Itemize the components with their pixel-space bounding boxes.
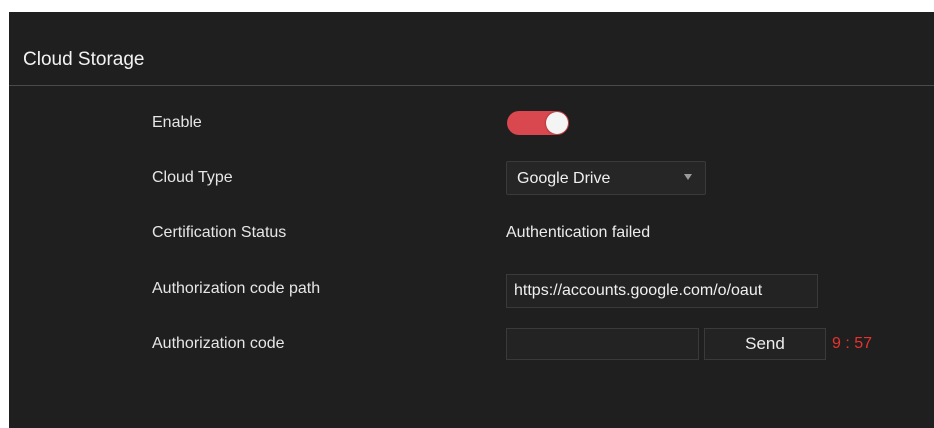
- authorization-code-label: Authorization code: [152, 335, 285, 352]
- title-divider: [9, 85, 934, 86]
- cloud-storage-panel: Cloud Storage Enable Cloud Type Google D…: [9, 12, 934, 428]
- enable-toggle[interactable]: [507, 111, 569, 135]
- send-button[interactable]: Send: [704, 328, 826, 360]
- certification-status-label: Certification Status: [152, 224, 287, 241]
- cloud-type-value: Google Drive: [517, 170, 611, 187]
- authorization-code-path-field[interactable]: https://accounts.google.com/o/oaut: [506, 274, 818, 308]
- certification-status-value: Authentication failed: [506, 224, 651, 241]
- cloud-type-label: Cloud Type: [152, 169, 233, 186]
- toggle-knob: [546, 112, 568, 134]
- authorization-code-path-label: Authorization code path: [152, 280, 321, 297]
- cloud-type-select[interactable]: Google Drive: [506, 161, 706, 195]
- enable-label: Enable: [152, 114, 202, 131]
- caret-down-icon: [684, 174, 692, 180]
- countdown-timer: 9 : 57: [832, 335, 873, 352]
- page-title: Cloud Storage: [23, 49, 145, 70]
- authorization-code-input[interactable]: [506, 328, 699, 360]
